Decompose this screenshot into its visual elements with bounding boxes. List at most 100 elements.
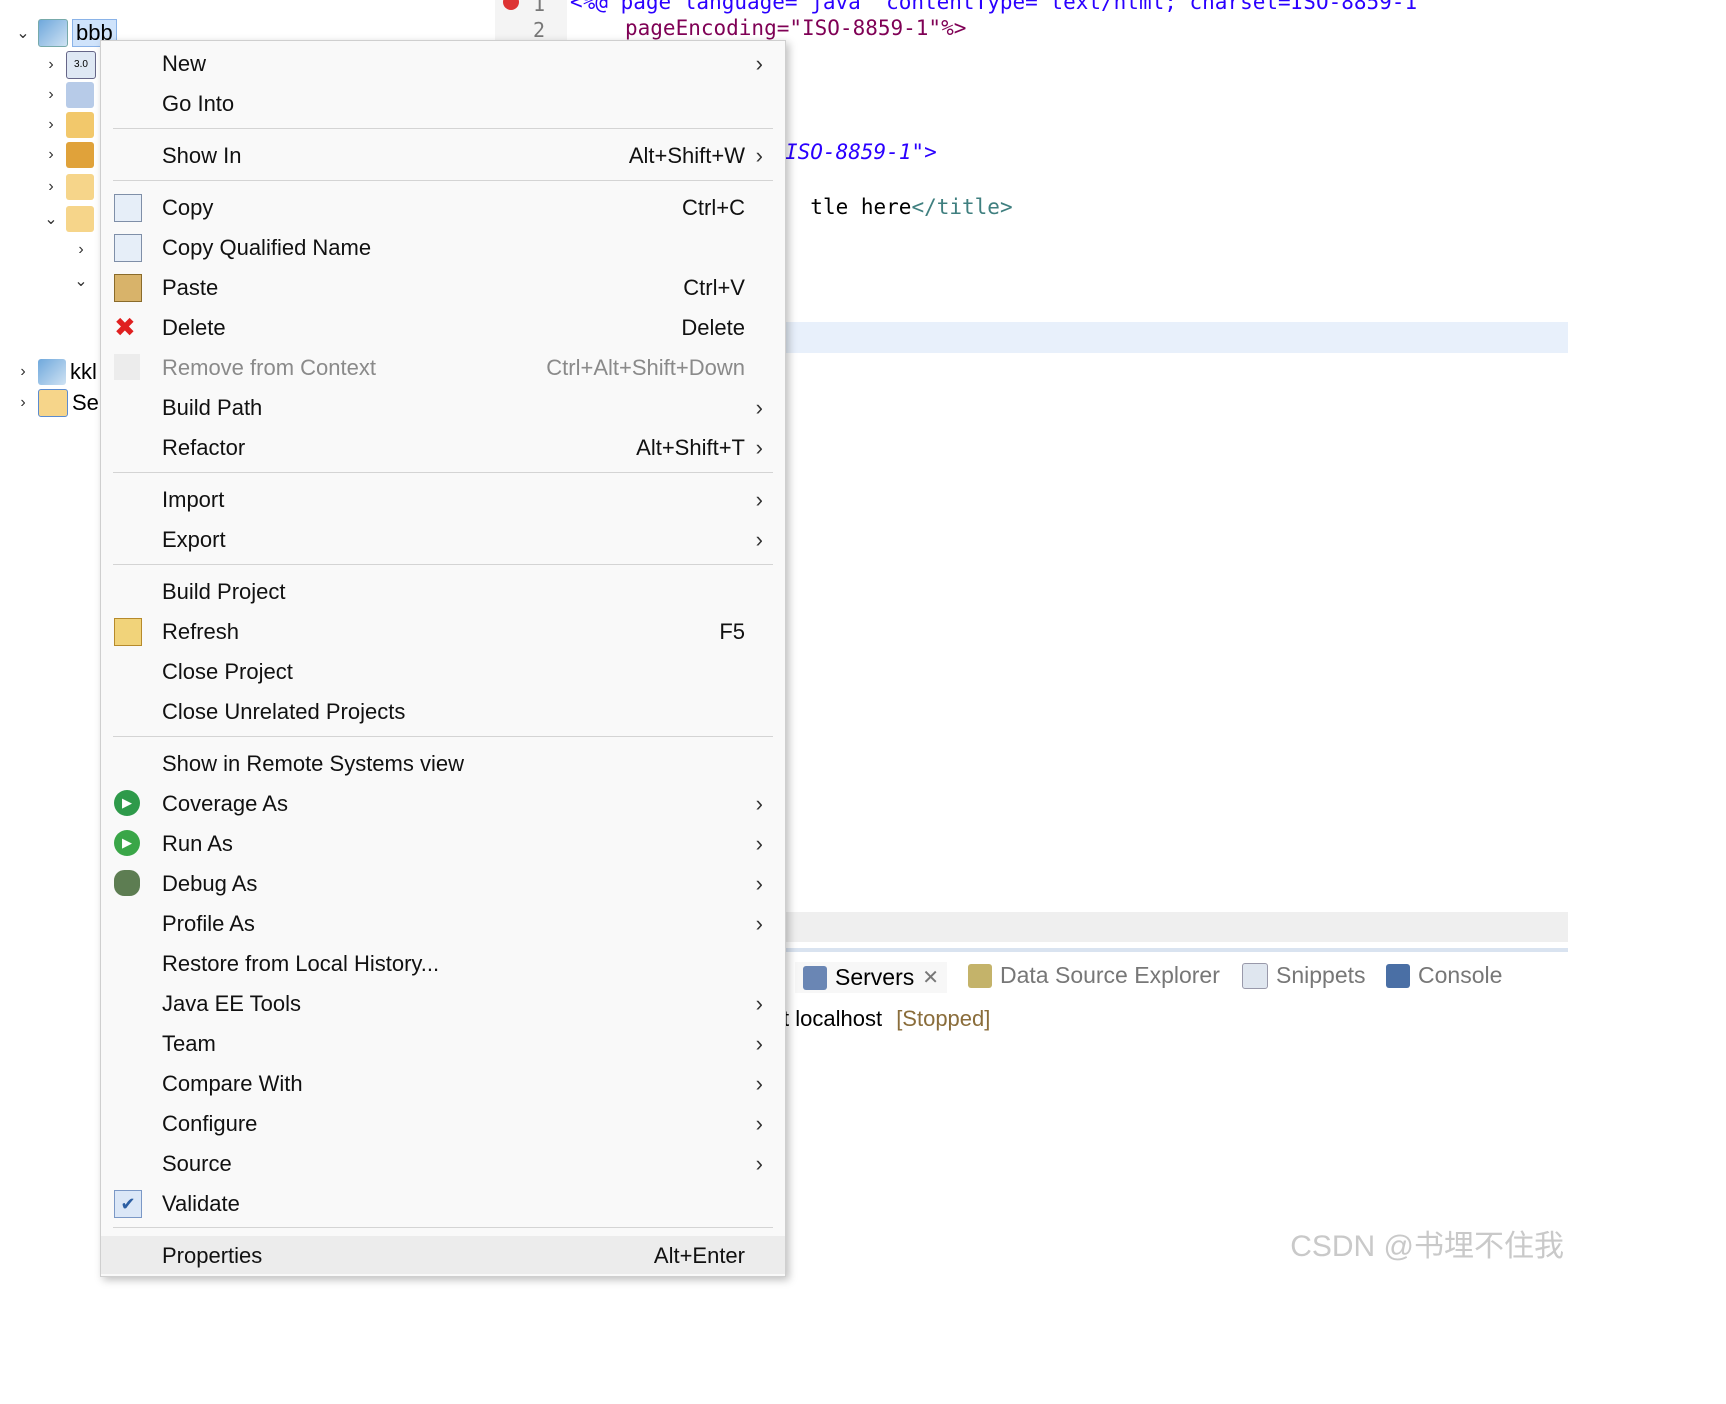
menu-item-refresh[interactable]: Refresh F5: [101, 612, 785, 650]
tab-console[interactable]: Console: [1386, 962, 1502, 989]
chevron-right-icon: ›: [755, 1151, 763, 1176]
menu-item-build-path[interactable]: Build Path ›: [101, 388, 785, 426]
code-line: pageEncoding="ISO-8859-1"%>: [625, 16, 967, 40]
project-label: kkl: [70, 359, 97, 384]
menu-item-shortcut: Ctrl+Alt+Shift+Down: [546, 355, 745, 380]
tree-item[interactable]: ⌄: [70, 266, 92, 296]
tab-label: Console: [1418, 962, 1503, 988]
chevron-right-icon[interactable]: ›: [70, 239, 92, 261]
tree-item[interactable]: › 3.0: [40, 50, 96, 80]
menu-separator: [113, 180, 773, 181]
menu-item-show-in-remote-systems-view[interactable]: Show in Remote Systems view: [101, 744, 785, 782]
tab-snippets[interactable]: Snippets: [1242, 962, 1366, 989]
menu-separator: [113, 736, 773, 737]
menu-item-show-in[interactable]: Show In Alt+Shift+W ›: [101, 136, 785, 174]
menu-item-label: Restore from Local History...: [162, 951, 440, 976]
chevron-right-icon: ›: [755, 831, 763, 856]
menu-item-compare-with[interactable]: Compare With ›: [101, 1064, 785, 1102]
snippets-icon: [1242, 962, 1268, 989]
tab-data-source-explorer[interactable]: Data Source Explorer: [968, 962, 1220, 989]
menu-item-shortcut: Alt+Enter: [653, 1243, 745, 1268]
server-status: [Stopped]: [896, 1006, 991, 1031]
tab-label: Data Source Explorer: [1000, 962, 1220, 988]
tree-item[interactable]: ›: [40, 172, 94, 202]
menu-item-refactor[interactable]: Refactor Alt+Shift+T ›: [101, 428, 785, 466]
tab-label: Servers: [835, 964, 915, 990]
tree-item[interactable]: ›: [70, 235, 92, 265]
menu-item-paste[interactable]: Paste Ctrl+V: [101, 268, 785, 306]
menu-separator: [113, 564, 773, 565]
chevron-right-icon[interactable]: ›: [40, 114, 62, 136]
validate-check-icon: ✔: [114, 1190, 142, 1218]
tree-item[interactable]: ›: [40, 140, 94, 170]
menu-item-label: Import: [162, 487, 225, 512]
chevron-down-icon[interactable]: ⌄: [40, 208, 62, 230]
project-icon: [38, 359, 66, 385]
servers-icon: [803, 965, 827, 990]
chevron-down-icon[interactable]: ⌄: [12, 22, 34, 44]
tab-label: Snippets: [1276, 962, 1366, 988]
menu-item-restore-from-local-history[interactable]: Restore from Local History...: [101, 944, 785, 982]
menu-item-copy[interactable]: Copy Ctrl+C: [101, 188, 785, 226]
chevron-right-icon[interactable]: ›: [40, 54, 62, 76]
chevron-right-icon: ›: [755, 1031, 763, 1056]
menu-item-build-project[interactable]: Build Project: [101, 572, 785, 610]
menu-item-run-as[interactable]: ▶ Run As ›: [101, 824, 785, 862]
chevron-right-icon: ›: [755, 871, 763, 896]
chevron-right-icon[interactable]: ›: [40, 144, 62, 166]
menu-item-export[interactable]: Export ›: [101, 520, 785, 558]
menu-item-configure[interactable]: Configure ›: [101, 1104, 785, 1142]
menu-item-remove-from-context[interactable]: Remove from Context Ctrl+Alt+Shift+Down: [101, 348, 785, 386]
menu-item-label: Close Project: [162, 659, 293, 684]
tree-item[interactable]: ›: [40, 110, 94, 140]
menu-item-label: Configure: [162, 1111, 258, 1136]
menu-item-java-ee-tools[interactable]: Java EE Tools ›: [101, 984, 785, 1022]
tab-servers[interactable]: Servers ✕: [795, 962, 948, 993]
chevron-right-icon[interactable]: ›: [12, 361, 34, 383]
run-icon: ▶: [114, 830, 140, 856]
chevron-right-icon[interactable]: ›: [40, 176, 62, 198]
menu-item-label: Show In: [162, 143, 242, 168]
tree-item-servers[interactable]: › Se: [12, 388, 99, 418]
menu-item-debug-as[interactable]: Debug As ›: [101, 864, 785, 902]
menu-item-new[interactable]: New ›: [101, 44, 785, 82]
paste-icon: [114, 274, 142, 302]
server-row[interactable]: t localhost [Stopped]: [783, 1006, 990, 1032]
menu-item-team[interactable]: Team ›: [101, 1024, 785, 1062]
chevron-right-icon[interactable]: ›: [12, 392, 34, 414]
menu-item-coverage-as[interactable]: ▶ Coverage As ›: [101, 784, 785, 822]
chevron-right-icon: ›: [755, 435, 763, 460]
menu-item-close-project[interactable]: Close Project: [101, 652, 785, 690]
menu-item-label: Copy Qualified Name: [162, 235, 372, 260]
chevron-down-icon[interactable]: ⌄: [70, 270, 92, 292]
menu-item-properties[interactable]: Properties Alt+Enter: [101, 1236, 785, 1274]
menu-item-shortcut: Alt+Shift+W: [628, 143, 745, 168]
menu-item-label: Profile As: [162, 911, 255, 936]
menu-item-validate[interactable]: ✔ Validate: [101, 1184, 785, 1222]
menu-item-delete[interactable]: ✖ Delete Delete: [101, 308, 785, 346]
menu-item-label: Compare With: [162, 1071, 303, 1096]
menu-item-label: Properties: [162, 1243, 263, 1268]
menu-item-profile-as[interactable]: Profile As ›: [101, 904, 785, 942]
deployment-descriptor-icon: [66, 82, 94, 108]
menu-item-import[interactable]: Import ›: [101, 480, 785, 518]
menu-item-close-unrelated-projects[interactable]: Close Unrelated Projects: [101, 692, 785, 730]
menu-item-label: Close Unrelated Projects: [162, 699, 406, 724]
menu-item-source[interactable]: Source ›: [101, 1144, 785, 1182]
menu-item-shortcut: Alt+Shift+T: [636, 435, 745, 460]
menu-item-label: Paste: [162, 275, 219, 300]
watermark: CSDN @书埋不住我: [1290, 1230, 1564, 1263]
tree-item-kkl[interactable]: › kkl: [12, 357, 97, 387]
menu-item-go-into[interactable]: Go Into: [101, 84, 785, 122]
menu-item-copy-qualified-name[interactable]: Copy Qualified Name: [101, 228, 785, 266]
code-fragment: ISO-8859-1">: [785, 140, 937, 164]
chevron-right-icon[interactable]: ›: [40, 84, 62, 106]
close-icon[interactable]: ✕: [922, 965, 939, 990]
line-number: 2: [533, 18, 546, 42]
context-menu: New › Go Into Show In Alt+Shift+W › Copy Ctrl+C…: [100, 40, 786, 1277]
chevron-right-icon: ›: [755, 143, 763, 168]
tree-item[interactable]: ⌄: [40, 204, 94, 234]
server-name: t localhost: [783, 1006, 883, 1031]
tree-item[interactable]: ›: [40, 80, 94, 110]
remove-context-icon: [114, 354, 140, 380]
